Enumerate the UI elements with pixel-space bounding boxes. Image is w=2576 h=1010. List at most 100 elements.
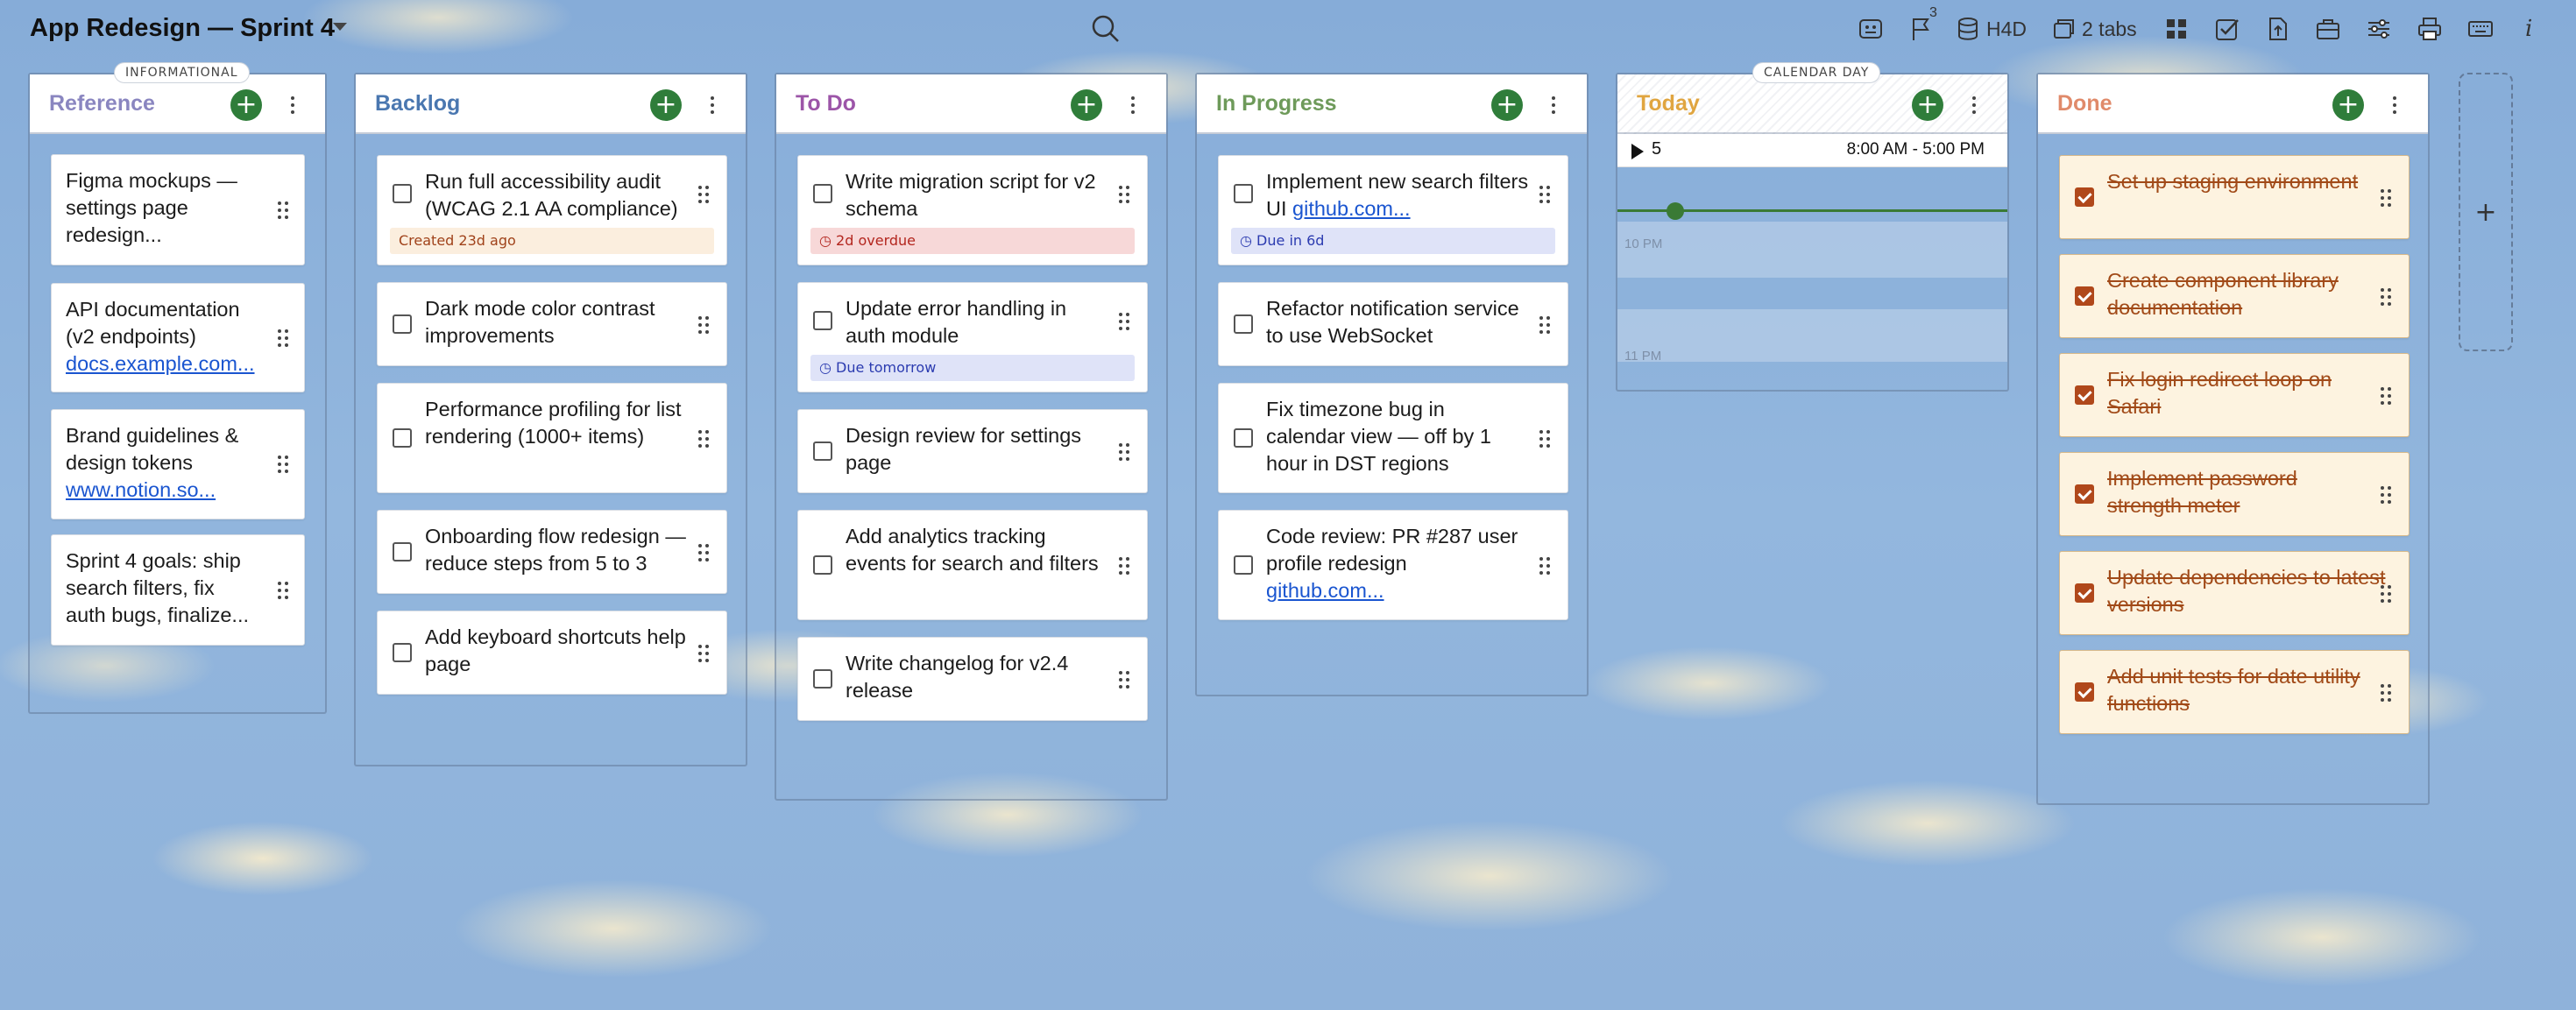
add-card-button[interactable]: + (2332, 89, 2364, 121)
card[interactable]: Add keyboard shortcuts help page (377, 611, 727, 695)
calendar-day-row[interactable]: 5 8:00 AM - 5:00 PM (1617, 134, 2007, 167)
drag-handle-icon[interactable] (278, 201, 288, 219)
hour-slot[interactable] (1617, 222, 2007, 278)
card[interactable]: Write migration script for v2 schema ◷ 2… (797, 155, 1148, 265)
card[interactable]: Update dependencies to latest versions (2059, 551, 2410, 635)
drag-handle-icon[interactable] (278, 329, 288, 347)
task-checkbox[interactable] (393, 314, 412, 334)
task-checkbox[interactable] (2075, 484, 2094, 504)
card[interactable]: Figma mockups — settings page redesign..… (51, 154, 305, 265)
board-title[interactable]: App Redesign — Sprint 4 (30, 14, 335, 43)
drag-handle-icon[interactable] (1119, 671, 1129, 689)
export-icon[interactable] (2267, 14, 2289, 44)
task-checkbox[interactable] (2075, 682, 2094, 702)
task-checkbox[interactable] (813, 184, 832, 203)
drag-handle-icon[interactable] (2381, 684, 2391, 702)
card[interactable]: Onboarding flow redesign — reduce steps … (377, 510, 727, 594)
task-checkbox[interactable] (393, 542, 412, 562)
column-title[interactable]: Backlog (375, 91, 460, 117)
task-checkbox[interactable] (1234, 428, 1253, 448)
column-title[interactable]: Reference (49, 91, 155, 117)
briefcase-icon[interactable] (2315, 14, 2341, 44)
card[interactable]: Design review for settings page (797, 409, 1148, 493)
expand-icon[interactable] (1631, 144, 1644, 159)
task-checkbox[interactable] (393, 643, 412, 662)
drag-handle-icon[interactable] (1119, 186, 1129, 203)
sliders-icon[interactable] (2366, 14, 2392, 44)
drag-handle-icon[interactable] (1119, 443, 1129, 461)
add-card-button[interactable]: + (1491, 89, 1523, 121)
card[interactable]: Add unit tests for date utility function… (2059, 650, 2410, 734)
drag-handle-icon[interactable] (1119, 557, 1129, 575)
task-checkbox[interactable] (393, 184, 412, 203)
column-menu-icon[interactable] (704, 92, 721, 118)
drag-handle-icon[interactable] (2381, 288, 2391, 306)
add-card-button[interactable]: + (230, 89, 262, 121)
card[interactable]: Code review: PR #287 user profile redesi… (1218, 510, 1568, 620)
grid-icon[interactable] (2164, 14, 2189, 44)
card[interactable]: Add analytics tracking events for search… (797, 510, 1148, 620)
drag-handle-icon[interactable] (698, 316, 709, 334)
task-checkbox[interactable] (2075, 187, 2094, 207)
task-checkbox[interactable] (813, 669, 832, 689)
drag-handle-icon[interactable] (2381, 189, 2391, 207)
task-checkbox[interactable] (813, 555, 832, 575)
column-menu-icon[interactable] (1545, 92, 1562, 118)
card-link[interactable]: github.com... (1292, 197, 1411, 220)
add-column-button[interactable]: + (2459, 73, 2513, 351)
card[interactable]: Fix timezone bug in calendar view — off … (1218, 383, 1568, 493)
card[interactable]: Implement new search filters UI github.c… (1218, 155, 1568, 265)
drag-handle-icon[interactable] (698, 645, 709, 662)
checkbox-icon[interactable] (2214, 14, 2240, 44)
card[interactable]: Dark mode color contrast improvements (377, 282, 727, 366)
card[interactable]: Set up staging environment (2059, 155, 2410, 239)
card[interactable]: Run full accessibility audit (WCAG 2.1 A… (377, 155, 727, 265)
task-checkbox[interactable] (393, 428, 412, 448)
card-link[interactable]: docs.example.com... (66, 352, 255, 375)
drag-handle-icon[interactable] (1539, 316, 1550, 334)
column-menu-icon[interactable] (1965, 92, 1983, 118)
card[interactable]: Performance profiling for list rendering… (377, 383, 727, 493)
drag-handle-icon[interactable] (1119, 313, 1129, 330)
task-checkbox[interactable] (2075, 286, 2094, 306)
column-title[interactable]: In Progress (1216, 91, 1337, 117)
drag-handle-icon[interactable] (278, 456, 288, 473)
drag-handle-icon[interactable] (278, 582, 288, 599)
board-menu-chevron-icon[interactable] (333, 23, 347, 31)
info-icon[interactable]: i (2525, 14, 2532, 44)
drag-handle-icon[interactable] (2381, 486, 2391, 504)
keyboard-shortcut-icon[interactable] (1858, 14, 1884, 44)
add-card-button[interactable]: + (1912, 89, 1943, 121)
column-menu-icon[interactable] (1124, 92, 1142, 118)
card[interactable]: Brand guidelines & design tokens www.not… (51, 409, 305, 519)
storage-button[interactable]: H4D (1957, 14, 2027, 44)
card[interactable]: Fix login redirect loop on Safari (2059, 353, 2410, 437)
drag-handle-icon[interactable] (2381, 585, 2391, 603)
column-title[interactable]: Done (2057, 91, 2112, 117)
task-checkbox[interactable] (2075, 385, 2094, 405)
keyboard-icon[interactable] (2467, 14, 2494, 44)
task-checkbox[interactable] (2075, 583, 2094, 603)
print-icon[interactable] (2417, 14, 2443, 44)
hour-slot[interactable] (1617, 309, 2007, 362)
card[interactable]: Create component library documentation (2059, 254, 2410, 338)
task-checkbox[interactable] (813, 441, 832, 461)
flag-button[interactable]: 3 (1910, 5, 1945, 44)
drag-handle-icon[interactable] (1539, 430, 1550, 448)
column-menu-icon[interactable] (284, 92, 301, 118)
column-title[interactable]: Today (1637, 91, 1700, 117)
drag-handle-icon[interactable] (698, 430, 709, 448)
drag-handle-icon[interactable] (1539, 557, 1550, 575)
drag-handle-icon[interactable] (1539, 186, 1550, 203)
card[interactable]: Update error handling in auth module ◷ D… (797, 282, 1148, 392)
task-checkbox[interactable] (813, 311, 832, 330)
card[interactable]: Refactor notification service to use Web… (1218, 282, 1568, 366)
task-checkbox[interactable] (1234, 184, 1253, 203)
task-checkbox[interactable] (1234, 555, 1253, 575)
drag-handle-icon[interactable] (698, 186, 709, 203)
card-link[interactable]: www.notion.so... (66, 478, 216, 501)
card[interactable]: Sprint 4 goals: ship search filters, fix… (51, 534, 305, 646)
tabs-button[interactable]: 2 tabs (2052, 14, 2137, 44)
card[interactable]: Implement password strength meter (2059, 452, 2410, 536)
add-card-button[interactable]: + (650, 89, 682, 121)
